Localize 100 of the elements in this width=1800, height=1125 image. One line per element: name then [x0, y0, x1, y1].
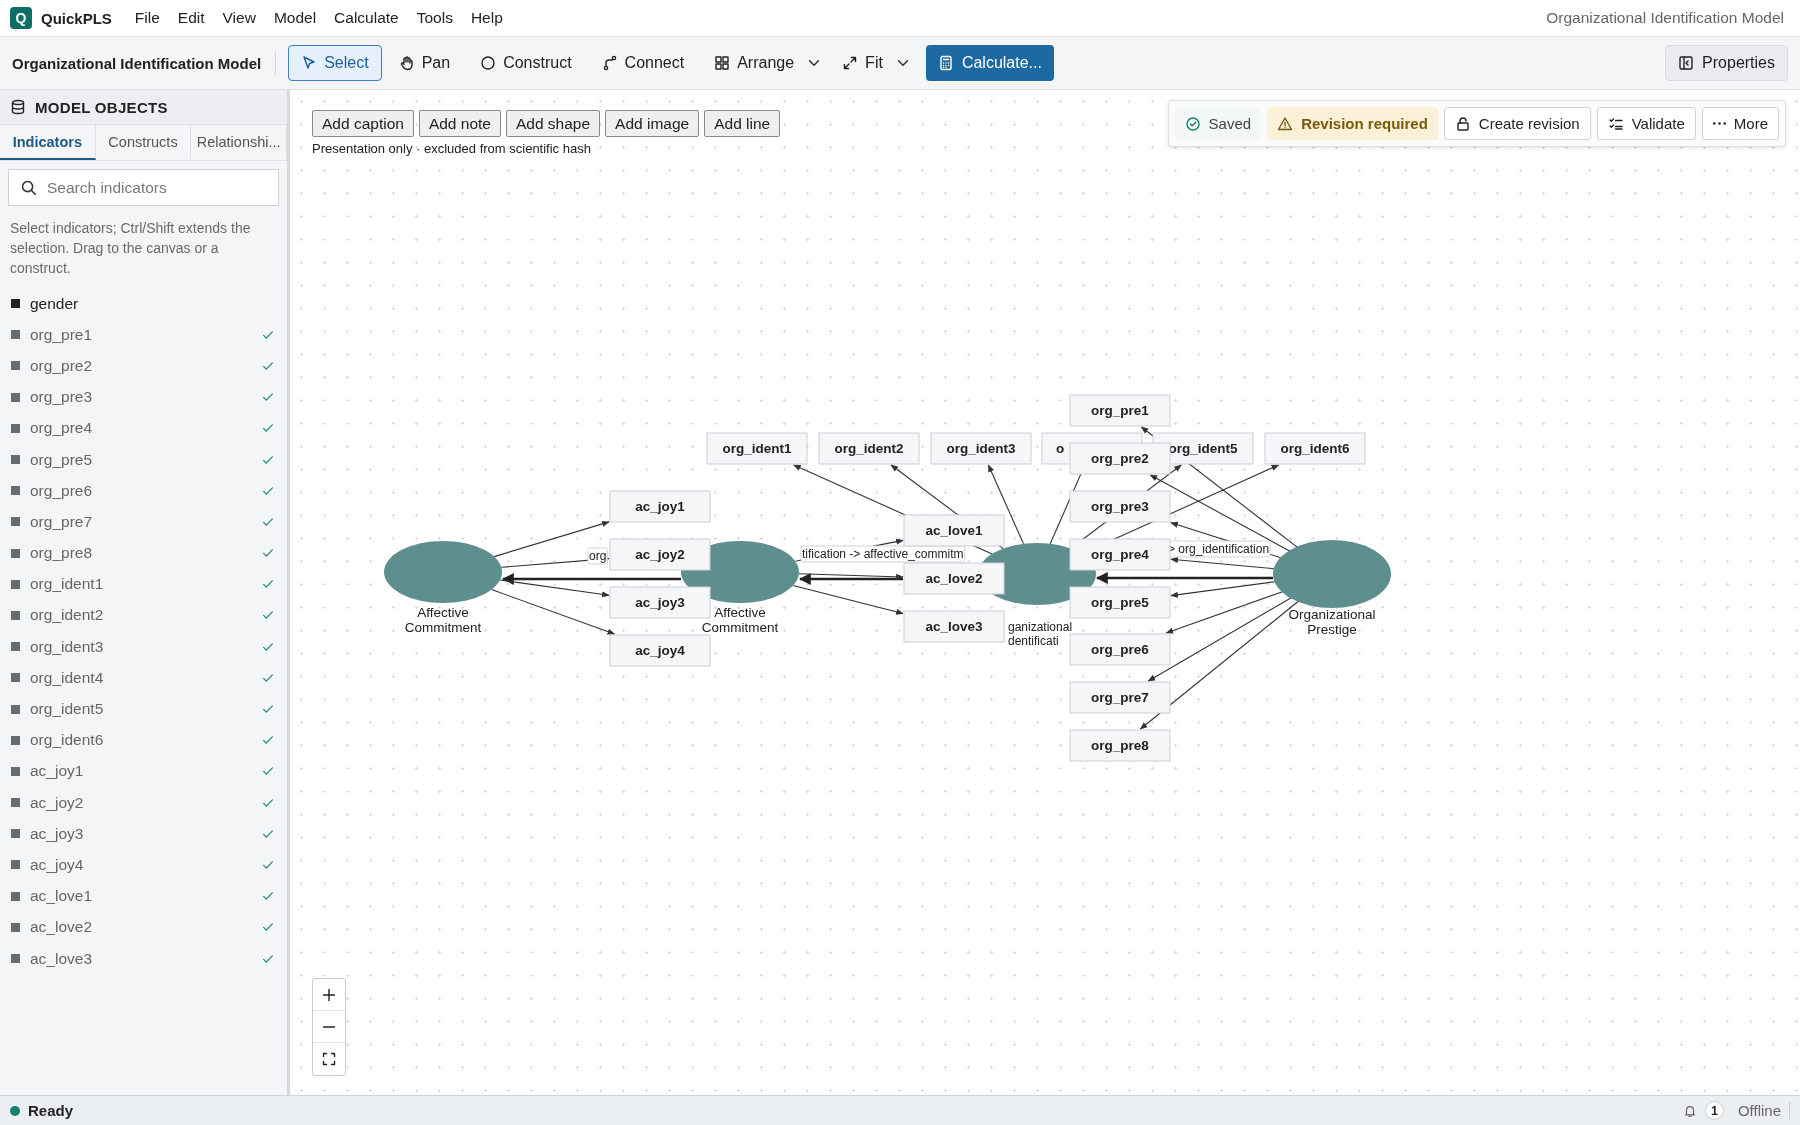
indicator-item[interactable]: org_ident4	[30, 668, 251, 687]
tab[interactable]: Constructs	[95, 125, 192, 160]
circle-icon	[480, 55, 497, 71]
indicator-item[interactable]: org_pre5	[30, 450, 251, 469]
path-label[interactable]: org	[587, 547, 608, 565]
indicator-node[interactable]: org_pre4	[1069, 538, 1171, 571]
indicator-node[interactable]: ac_love3	[903, 610, 1005, 643]
tool-button[interactable]: Select	[288, 45, 382, 81]
indicator-node[interactable]: org_ident3	[930, 432, 1032, 465]
construct-label: Affective Commitment	[404, 605, 482, 635]
indicator-item[interactable]: org_ident5	[30, 700, 251, 719]
indicator-node[interactable]: ac_joy4	[609, 634, 711, 667]
caret-icon[interactable]	[897, 60, 908, 66]
database-icon	[10, 99, 26, 115]
indicator-item[interactable]: org_ident3	[30, 637, 251, 656]
fit-screen-icon[interactable]	[321, 1051, 337, 1067]
search-icon	[22, 181, 36, 195]
indicator-item[interactable]: org_pre1	[30, 325, 251, 344]
path-arrow[interactable]	[501, 573, 681, 585]
saved-status: Saved	[1174, 107, 1262, 140]
calculator-icon	[937, 55, 954, 71]
indicator-item[interactable]: gender	[30, 294, 275, 313]
tab[interactable]: Indicators	[0, 125, 96, 160]
search-field[interactable]: Search indicators	[8, 169, 279, 206]
annotation-button[interactable]: Add caption	[312, 110, 414, 137]
indicator-node[interactable]: org_pre6	[1069, 633, 1171, 666]
path-arrow[interactable]	[1095, 572, 1273, 584]
caret-icon[interactable]	[809, 60, 820, 66]
menu-item[interactable]: Help	[461, 5, 512, 31]
tab[interactable]: Relationshi...	[191, 125, 287, 160]
indicator-node[interactable]: org_pre7	[1069, 681, 1171, 714]
tool-button[interactable]: Arrange	[701, 45, 808, 81]
indicator-item[interactable]: org_pre3	[30, 388, 251, 407]
indicator-square-icon	[11, 954, 20, 964]
path-label[interactable]: tification -> affective_commitm	[800, 545, 965, 563]
annotation-button[interactable]: Add shape	[505, 110, 601, 137]
indicator-item[interactable]: ac_joy1	[30, 762, 251, 781]
panel-icon	[1678, 55, 1695, 71]
menu-item[interactable]: View	[213, 5, 265, 31]
menu-item[interactable]: Edit	[168, 5, 214, 31]
status-text: Ready	[28, 1102, 74, 1119]
indicator-square-icon	[11, 548, 20, 558]
indicator-node[interactable]: org_ident2	[818, 432, 920, 465]
indicator-square-icon	[11, 392, 20, 402]
indicator-item[interactable]: org_pre2	[30, 356, 251, 375]
panel-button[interactable]: More	[1701, 107, 1779, 140]
indicator-item[interactable]: org_ident6	[30, 731, 251, 750]
construct-ellipse[interactable]	[1273, 540, 1391, 608]
menu-item[interactable]: File	[125, 5, 169, 31]
indicator-item[interactable]: ac_joy4	[30, 855, 251, 874]
indicator-node[interactable]: org_ident1	[706, 432, 808, 465]
indicator-node[interactable]: ac_love1	[903, 514, 1005, 547]
annotation-button[interactable]: Add image	[605, 110, 700, 137]
indicator-node[interactable]: ac_love2	[903, 562, 1005, 595]
construct-ellipse[interactable]	[384, 541, 502, 603]
window-title: Organizational Identification Model	[1546, 9, 1784, 27]
annotation-button[interactable]: Add line	[704, 110, 781, 137]
indicator-square-icon	[11, 860, 20, 870]
indicator-item[interactable]: org_pre6	[30, 481, 251, 500]
warning-icon	[1277, 115, 1294, 132]
hand-icon	[398, 55, 415, 71]
indicator-item[interactable]: ac_joy3	[30, 824, 251, 843]
panel-button[interactable]: Create revision	[1443, 107, 1591, 140]
indicator-item[interactable]: org_pre4	[30, 419, 251, 438]
panel-button[interactable]: Validate	[1596, 107, 1696, 140]
menu-item[interactable]: Tools	[407, 5, 462, 31]
indicator-square-icon	[11, 891, 20, 901]
indicator-node[interactable]: org_pre1	[1069, 394, 1171, 427]
indicator-item[interactable]: ac_love3	[30, 949, 251, 968]
annotation-button[interactable]: Add note	[418, 110, 501, 137]
indicator-item[interactable]: ac_joy2	[30, 793, 251, 812]
tool-button[interactable]: Fit	[829, 45, 896, 81]
indicator-item[interactable]: ac_love2	[30, 918, 251, 937]
indicator-node[interactable]: org_pre2	[1069, 442, 1171, 475]
indicator-item[interactable]: org_pre7	[30, 512, 251, 531]
indicator-node[interactable]: org_pre3	[1069, 490, 1171, 523]
indicator-node[interactable]: ac_joy3	[609, 586, 711, 619]
indicator-node[interactable]: ac_joy1	[609, 490, 711, 523]
notification-count[interactable]: 1	[1704, 1101, 1724, 1120]
tool-button[interactable]: Construct	[467, 45, 585, 81]
zoom-in-icon[interactable]	[321, 986, 337, 1003]
connector-icon	[601, 55, 618, 71]
indicator-item[interactable]: org_ident1	[30, 575, 251, 594]
tool-button[interactable]: Connect	[588, 45, 698, 81]
indicator-item[interactable]: org_ident2	[30, 606, 251, 625]
properties-button[interactable]: Properties	[1665, 45, 1788, 81]
indicator-node[interactable]: org_pre5	[1069, 586, 1171, 619]
indicator-square-icon	[11, 579, 20, 589]
menu-item[interactable]: Calculate	[325, 5, 408, 31]
indicator-item[interactable]: ac_love1	[30, 887, 251, 906]
indicator-node[interactable]: ac_joy2	[609, 538, 711, 571]
menu-item[interactable]: Model	[264, 5, 326, 31]
tool-button[interactable]: Pan	[385, 45, 464, 81]
indicator-node[interactable]: org_ident6	[1264, 432, 1366, 465]
indicator-node[interactable]: org_pre8	[1069, 729, 1171, 762]
bell-icon[interactable]	[1682, 1103, 1697, 1118]
indicator-item[interactable]: org_pre8	[30, 544, 251, 563]
calculate-button[interactable]: Calculate...	[925, 45, 1054, 81]
path-arrow[interactable]	[798, 573, 903, 585]
grid-icon	[714, 55, 731, 71]
